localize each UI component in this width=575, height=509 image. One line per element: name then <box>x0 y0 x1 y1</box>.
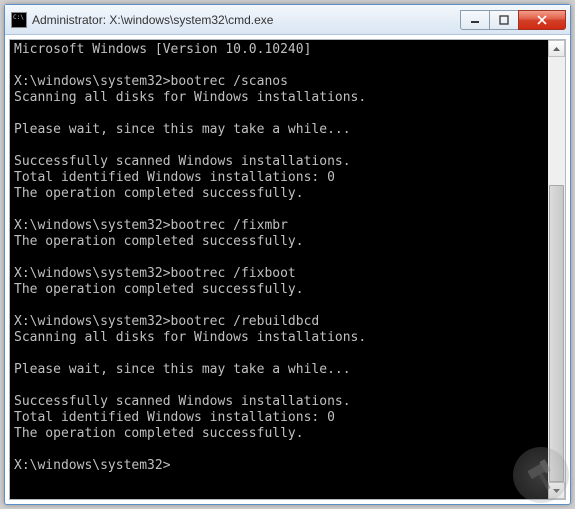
window-controls <box>461 10 566 30</box>
maximize-icon <box>499 15 509 25</box>
cmd-window: Administrator: X:\windows\system32\cmd.e… <box>4 4 571 505</box>
minimize-icon <box>470 15 480 25</box>
maximize-button[interactable] <box>489 10 519 30</box>
scrollbar-thumb[interactable] <box>549 185 564 483</box>
titlebar[interactable]: Administrator: X:\windows\system32\cmd.e… <box>5 5 570 35</box>
close-icon <box>536 15 548 25</box>
vertical-scrollbar[interactable] <box>548 40 565 499</box>
scroll-up-button[interactable] <box>548 40 565 57</box>
console-output[interactable]: Microsoft Windows [Version 10.0.10240] X… <box>10 40 548 499</box>
chevron-down-icon <box>553 489 560 493</box>
window-title: Administrator: X:\windows\system32\cmd.e… <box>32 13 461 27</box>
cmd-icon <box>11 12 27 28</box>
scrollbar-track[interactable] <box>548 57 565 482</box>
minimize-button[interactable] <box>460 10 490 30</box>
chevron-up-icon <box>553 47 560 51</box>
console-viewport: Microsoft Windows [Version 10.0.10240] X… <box>9 39 566 500</box>
scroll-down-button[interactable] <box>548 482 565 499</box>
close-button[interactable] <box>518 10 566 30</box>
